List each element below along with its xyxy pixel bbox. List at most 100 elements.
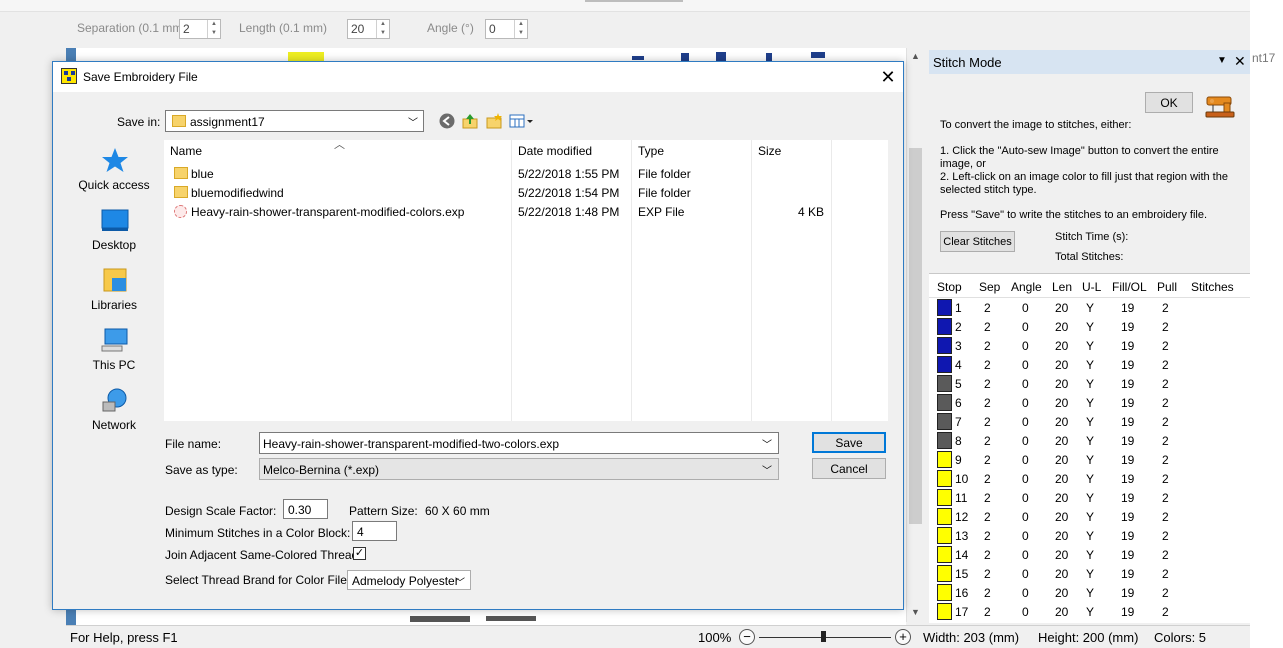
thread-color-swatch[interactable] — [937, 470, 952, 487]
cell-pull: 2 — [1162, 358, 1169, 372]
zoom-out-icon[interactable]: − — [739, 629, 755, 645]
sewing-machine-icon[interactable] — [1205, 93, 1235, 119]
thread-color-swatch[interactable] — [937, 451, 952, 468]
view-menu-icon[interactable] — [509, 112, 535, 130]
thread-color-swatch[interactable] — [937, 565, 952, 582]
place-desktop[interactable]: Desktop — [67, 200, 161, 260]
join-threads-checkbox[interactable]: ✓ — [353, 547, 366, 560]
file-row[interactable]: blue 5/22/2018 1:55 PM File folder — [164, 164, 888, 183]
place-network[interactable]: Network — [67, 380, 161, 440]
scroll-down-icon[interactable]: ▼ — [907, 604, 924, 621]
stitch-row[interactable]: 16 2 0 20 Y 19 2 — [929, 583, 1250, 602]
stitch-row[interactable]: 8 2 0 20 Y 19 2 — [929, 431, 1250, 450]
thread-color-swatch[interactable] — [937, 356, 952, 373]
cell-sep: 2 — [984, 472, 991, 486]
thread-color-swatch[interactable] — [937, 318, 952, 335]
scroll-up-icon[interactable]: ▲ — [907, 48, 924, 65]
thread-brand-select[interactable]: Admelody Polyester ﹀ — [347, 570, 471, 590]
stitch-row[interactable]: 17 2 0 20 Y 19 2 — [929, 602, 1250, 621]
zoom-in-icon[interactable]: + — [895, 629, 911, 645]
thread-color-swatch[interactable] — [937, 432, 952, 449]
thread-color-swatch[interactable] — [937, 394, 952, 411]
file-row[interactable]: bluemodifiedwind 5/22/2018 1:54 PM File fo… — [164, 183, 888, 202]
spinner-arrows-icon[interactable]: ▲ ▼ — [207, 20, 220, 38]
thread-color-swatch[interactable] — [937, 375, 952, 392]
cell-ul: Y — [1086, 377, 1095, 391]
col-angle[interactable]: Angle — [1011, 280, 1042, 294]
place-quick-access[interactable]: Quick access — [67, 140, 161, 200]
col-stop[interactable]: Stop — [937, 280, 962, 294]
file-name-input[interactable]: Heavy-rain-shower-transparent-modified-t… — [259, 432, 779, 454]
cell-angle: 0 — [1022, 529, 1029, 543]
thread-color-swatch[interactable] — [937, 489, 952, 506]
min-stitches-input[interactable]: 4 — [352, 521, 397, 541]
new-folder-icon[interactable] — [485, 112, 503, 130]
spinner-arrows-icon[interactable]: ▲ ▼ — [376, 20, 389, 38]
file-list[interactable]: ︿ Name Date modified Type Size blue 5/22/… — [164, 139, 888, 421]
thread-color-swatch[interactable] — [937, 584, 952, 601]
place-this-pc[interactable]: This PC — [67, 320, 161, 380]
scroll-thumb[interactable] — [909, 148, 922, 524]
up-folder-icon[interactable] — [461, 112, 479, 130]
thread-color-swatch[interactable] — [937, 603, 952, 620]
stitch-row[interactable]: 1 2 0 20 Y 19 2 — [929, 298, 1250, 317]
separation-spinner[interactable]: 2 ▲ ▼ — [179, 19, 221, 39]
design-blue-fragment — [681, 53, 689, 61]
panel-menu-dropdown-icon[interactable]: ▼ — [1217, 55, 1227, 66]
stitch-row[interactable]: 10 2 0 20 Y 19 2 — [929, 469, 1250, 488]
cell-len: 20 — [1055, 529, 1069, 543]
col-sep[interactable]: Sep — [979, 280, 1000, 294]
stitch-row[interactable]: 7 2 0 20 Y 19 2 — [929, 412, 1250, 431]
col-size[interactable]: Size — [758, 144, 781, 158]
stitch-row[interactable]: 4 2 0 20 Y 19 2 — [929, 355, 1250, 374]
thread-color-swatch[interactable] — [937, 508, 952, 525]
thread-color-swatch[interactable] — [937, 546, 952, 563]
stitch-row[interactable]: 13 2 0 20 Y 19 2 — [929, 526, 1250, 545]
col-stitches[interactable]: Stitches — [1191, 280, 1234, 294]
cell-pull: 2 — [1162, 548, 1169, 562]
dialog-title-bar[interactable]: Save Embroidery File ✕ — [53, 62, 903, 92]
cell-sep: 2 — [984, 548, 991, 562]
chevron-down-icon[interactable]: ﹀ — [762, 436, 772, 451]
stitch-ok-button[interactable]: OK — [1145, 92, 1193, 113]
zoom-slider-thumb[interactable] — [821, 631, 826, 642]
col-pull[interactable]: Pull — [1157, 280, 1177, 294]
place-libraries[interactable]: Libraries — [67, 260, 161, 320]
col-len[interactable]: Len — [1052, 280, 1072, 294]
length-spinner[interactable]: 20 ▲ ▼ — [347, 19, 390, 39]
col-ul[interactable]: U-L — [1082, 280, 1101, 294]
close-icon[interactable]: ✕ — [875, 65, 901, 89]
canvas-vertical-scrollbar[interactable]: ▲ ▼ — [906, 48, 923, 622]
design-scale-input[interactable]: 0.30 — [283, 499, 328, 519]
file-row[interactable]: Heavy-rain-shower-transparent-modified-c… — [164, 202, 888, 221]
cancel-button[interactable]: Cancel — [812, 458, 886, 479]
save-as-type-select[interactable]: Melco-Bernina (*.exp) ﹀ — [259, 458, 779, 480]
col-name[interactable]: Name — [170, 144, 202, 158]
angle-spinner[interactable]: 0 ▲ ▼ — [485, 19, 528, 39]
stitch-row[interactable]: 2 2 0 20 Y 19 2 — [929, 317, 1250, 336]
thread-color-swatch[interactable] — [937, 527, 952, 544]
stitch-row[interactable]: 9 2 0 20 Y 19 2 — [929, 450, 1250, 469]
save-button[interactable]: Save — [812, 432, 886, 453]
thread-color-swatch[interactable] — [937, 337, 952, 354]
stitch-row[interactable]: 15 2 0 20 Y 19 2 — [929, 564, 1250, 583]
stitch-row[interactable]: 6 2 0 20 Y 19 2 — [929, 393, 1250, 412]
stitch-row[interactable]: 11 2 0 20 Y 19 2 — [929, 488, 1250, 507]
save-in-dropdown[interactable]: assignment17 ﹀ — [165, 110, 424, 132]
cell-angle: 0 — [1022, 586, 1029, 600]
stitch-row[interactable]: 3 2 0 20 Y 19 2 — [929, 336, 1250, 355]
col-date-modified[interactable]: Date modified — [518, 144, 592, 158]
back-icon[interactable] — [438, 112, 456, 130]
stitch-row[interactable]: 5 2 0 20 Y 19 2 — [929, 374, 1250, 393]
thread-color-swatch[interactable] — [937, 413, 952, 430]
stitch-row[interactable]: 12 2 0 20 Y 19 2 — [929, 507, 1250, 526]
panel-close-icon[interactable]: ✕ — [1234, 53, 1246, 70]
save-in-label: Save in: — [117, 115, 161, 129]
col-type[interactable]: Type — [638, 144, 664, 158]
spinner-arrows-icon[interactable]: ▲ ▼ — [514, 20, 527, 38]
stitch-row[interactable]: 14 2 0 20 Y 19 2 — [929, 545, 1250, 564]
thread-color-swatch[interactable] — [937, 299, 952, 316]
col-fill-ol[interactable]: Fill/OL — [1112, 280, 1147, 294]
stitch-table[interactable]: Stop Sep Angle Len U-L Fill/OL Pull Stit… — [929, 273, 1250, 623]
clear-stitches-button[interactable]: Clear Stitches — [940, 231, 1015, 252]
